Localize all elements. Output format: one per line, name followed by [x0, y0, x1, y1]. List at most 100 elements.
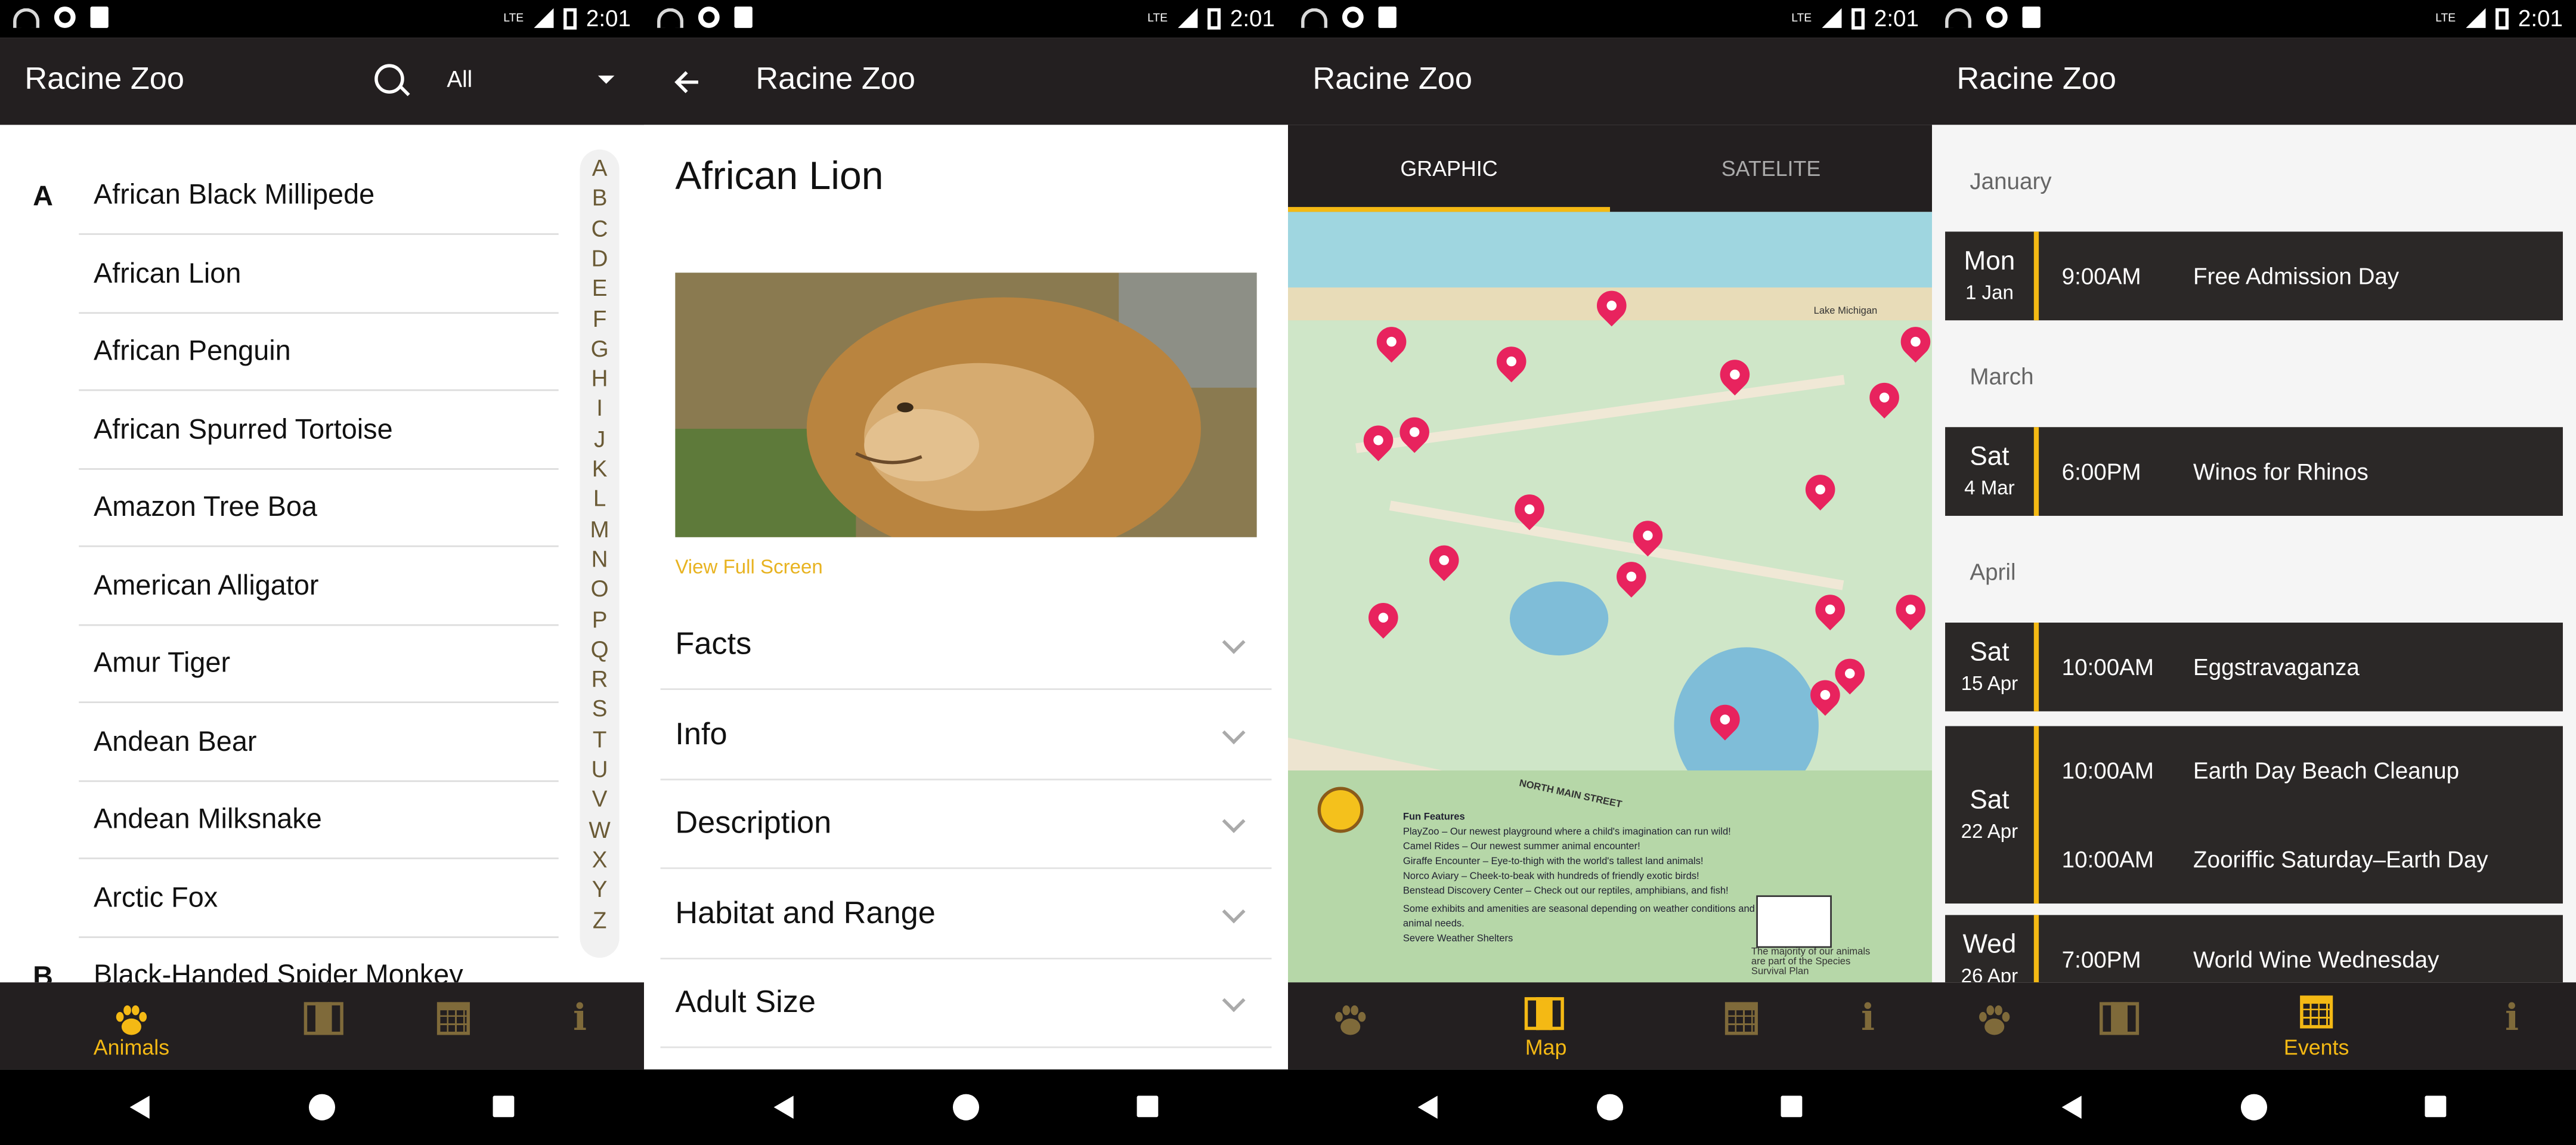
index-letter[interactable]: E	[580, 275, 620, 301]
index-letter[interactable]: W	[580, 816, 620, 842]
animal-list-item[interactable]: Black-Handed Spider Monkey	[79, 938, 558, 983]
accordion-adult-size[interactable]: Adult Size	[660, 960, 1272, 1048]
alphabet-index[interactable]: ABCDEFGHIJKLMNOPQRSTUVWXYZ	[580, 149, 620, 958]
index-letter[interactable]: A	[580, 154, 620, 181]
home-icon[interactable]	[952, 1094, 980, 1121]
nav-info[interactable]: i	[547, 982, 612, 1069]
animal-list-item[interactable]: Amur Tiger	[79, 626, 559, 704]
animal-list[interactable]: A African Black Millipede African Lion Afri…	[0, 125, 644, 982]
nav-map[interactable]	[2088, 982, 2154, 1069]
animal-list-item[interactable]: African Spurred Tortoise	[79, 392, 559, 469]
animal-list-item[interactable]: Arctic Fox	[79, 860, 559, 937]
event-row[interactable]: 10:00AM Earth Day Beach Cleanup	[2039, 726, 2563, 815]
index-letter[interactable]: V	[580, 786, 620, 812]
nav-animals[interactable]: Animals	[66, 982, 197, 1069]
animal-list-item[interactable]: Amazon Tree Boa	[79, 470, 559, 547]
event-card[interactable]: Sat 22 Apr 10:00AM Earth Day Beach Cleanup 1…	[1945, 726, 2563, 904]
recents-icon[interactable]	[1781, 1096, 1803, 1118]
home-icon[interactable]	[1596, 1094, 1624, 1121]
map-pin[interactable]	[1894, 320, 1932, 363]
index-letter[interactable]: Q	[580, 636, 620, 662]
event-row[interactable]: 7:00PM World Wine Wednesday	[2039, 915, 2563, 982]
animal-list-item[interactable]: African Penguin	[79, 314, 559, 391]
animal-list-item[interactable]: Andean Bear	[79, 704, 559, 781]
view-full-screen-link[interactable]: View Full Screen	[675, 555, 822, 578]
index-letter[interactable]: C	[580, 215, 620, 241]
tab-satellite[interactable]: SATELITE	[1610, 125, 1932, 212]
map-pin[interactable]	[1357, 419, 1400, 462]
event-card[interactable]: Sat 4 Mar 6:00PM Winos for Rhinos	[1945, 427, 2563, 516]
index-letter[interactable]: T	[580, 726, 620, 752]
map-pin[interactable]	[1490, 340, 1532, 383]
home-icon[interactable]	[308, 1094, 336, 1121]
accordion-info[interactable]: Info	[660, 691, 1272, 780]
index-letter[interactable]: Y	[580, 876, 620, 902]
nav-events[interactable]	[420, 982, 486, 1069]
animal-photo[interactable]	[675, 273, 1257, 537]
map-pin[interactable]	[1610, 555, 1652, 598]
animal-list-item[interactable]: Andean Milksnake	[79, 782, 559, 859]
detail-content[interactable]: African Lion View Full Screen Facts Info D…	[643, 125, 1288, 1070]
map-pin[interactable]	[1423, 539, 1465, 581]
event-card[interactable]: Mon 1 Jan 9:00AM Free Admission Day	[1945, 231, 2563, 321]
index-letter[interactable]: B	[580, 184, 620, 211]
event-card[interactable]: Sat 15 Apr 10:00AM Eggstravaganza	[1945, 623, 2563, 711]
index-letter[interactable]: F	[580, 305, 620, 331]
map-pin[interactable]	[1370, 320, 1413, 363]
index-letter[interactable]: X	[580, 846, 620, 872]
nav-info[interactable]: i	[2479, 982, 2544, 1069]
nav-map[interactable]	[292, 982, 358, 1069]
nav-animals[interactable]	[1962, 982, 2027, 1069]
event-row[interactable]: 10:00AM Eggstravaganza	[2039, 623, 2563, 711]
map-pin[interactable]	[1863, 376, 1906, 419]
event-card[interactable]: Wed 26 Apr 7:00PM World Wine Wednesday	[1945, 915, 2563, 983]
index-letter[interactable]: R	[580, 666, 620, 692]
map-pin[interactable]	[1799, 468, 1841, 510]
arrow-back-icon[interactable]	[674, 69, 700, 95]
map-pin[interactable]	[1809, 588, 1852, 631]
index-letter[interactable]: K	[580, 455, 620, 481]
recents-icon[interactable]	[1137, 1096, 1159, 1118]
index-letter[interactable]: U	[580, 756, 620, 782]
index-letter[interactable]: D	[580, 245, 620, 271]
recents-icon[interactable]	[2425, 1096, 2447, 1118]
search-icon[interactable]	[374, 64, 404, 94]
home-icon[interactable]	[2240, 1094, 2268, 1121]
events-list[interactable]: January March April Mon 1 Jan 9:00AM Free A…	[1931, 125, 2576, 983]
accordion-facts[interactable]: Facts	[660, 601, 1272, 690]
index-letter[interactable]: G	[580, 335, 620, 361]
event-row[interactable]: 9:00AM Free Admission Day	[2039, 231, 2563, 320]
event-row[interactable]: 6:00PM Winos for Rhinos	[2039, 427, 2563, 516]
index-letter[interactable]: M	[580, 515, 620, 541]
nav-events[interactable]	[1708, 982, 1774, 1069]
map-pin[interactable]	[1890, 588, 1932, 631]
map-pin[interactable]	[1362, 596, 1404, 639]
animal-list-item[interactable]: African Lion	[79, 236, 559, 313]
index-letter[interactable]: L	[580, 485, 620, 511]
index-letter[interactable]: O	[580, 575, 620, 602]
zoo-map[interactable]: Lake Michigan NORTH MAIN STREET Fun Feat…	[1287, 212, 1932, 983]
back-icon[interactable]	[1417, 1096, 1438, 1119]
index-letter[interactable]: I	[580, 395, 620, 421]
index-letter[interactable]: J	[580, 425, 620, 451]
back-icon[interactable]	[2061, 1096, 2082, 1119]
index-letter[interactable]: Z	[580, 906, 620, 932]
back-icon[interactable]	[129, 1096, 150, 1119]
recents-icon[interactable]	[493, 1096, 515, 1118]
accordion-description[interactable]: Description	[660, 780, 1272, 869]
nav-animals[interactable]	[1318, 982, 1383, 1069]
nav-info[interactable]: i	[1835, 982, 1900, 1069]
index-letter[interactable]: S	[580, 695, 620, 722]
animal-list-item[interactable]: African Black Millipede	[79, 157, 559, 235]
animal-list-item[interactable]: American Alligator	[79, 548, 559, 626]
category-filter-select[interactable]: All	[447, 66, 618, 92]
index-letter[interactable]: P	[580, 605, 620, 632]
index-letter[interactable]: H	[580, 365, 620, 391]
tab-graphic[interactable]: GRAPHIC	[1287, 125, 1610, 212]
nav-map[interactable]: Map	[1480, 982, 1611, 1069]
back-icon[interactable]	[773, 1096, 794, 1119]
event-row[interactable]: 10:00AM Zooriffic Saturday–Earth Day	[2039, 815, 2563, 903]
nav-events[interactable]: Events	[2250, 982, 2382, 1069]
index-letter[interactable]: N	[580, 545, 620, 571]
accordion-habitat-and-range[interactable]: Habitat and Range	[660, 870, 1272, 959]
